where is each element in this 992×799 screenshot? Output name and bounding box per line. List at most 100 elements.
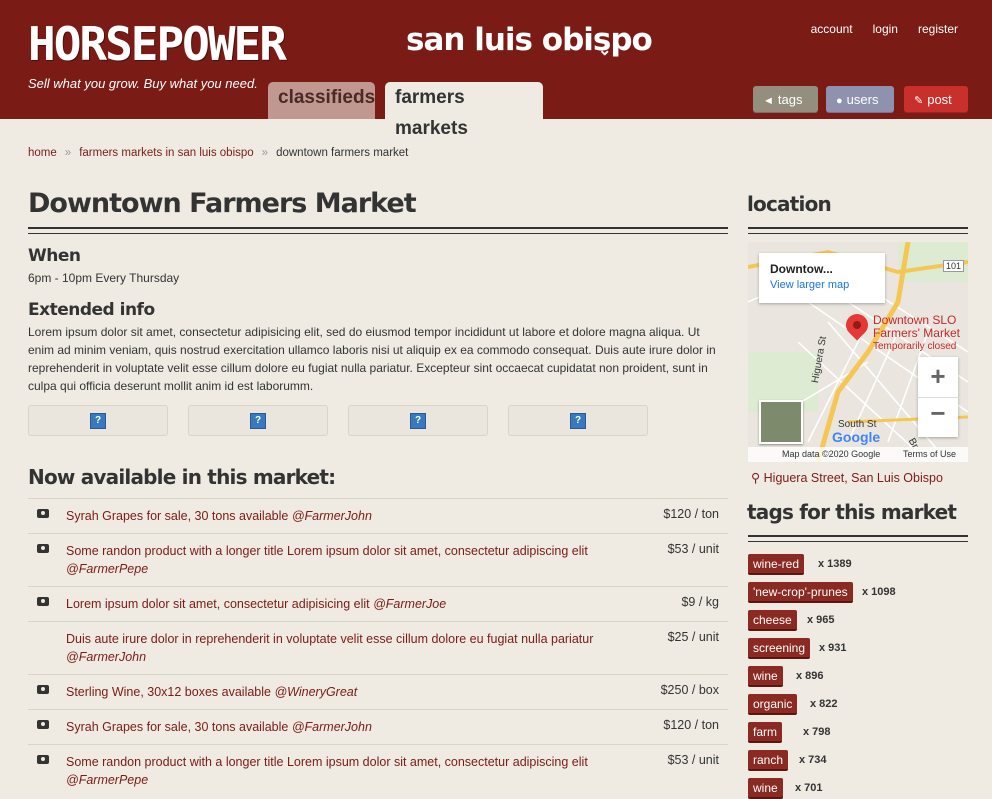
tab-classifieds[interactable]: classifieds xyxy=(268,82,375,119)
login-link[interactable]: login xyxy=(873,22,898,36)
location-pin-icon: ⚲ xyxy=(751,471,761,485)
zoom-out-button[interactable]: − xyxy=(918,397,958,429)
listing-row[interactable]: Lorem ipsum dolor sit amet, consectetur … xyxy=(28,586,728,622)
listing-title-text: Some randon product with a longer title … xyxy=(66,544,588,558)
tag-chip[interactable]: ranch xyxy=(748,750,789,771)
users-button[interactable]: ● users xyxy=(826,86,894,113)
users-button-label: users xyxy=(846,92,879,107)
listing-title-text: Some randon product with a longer title … xyxy=(66,755,588,769)
camera-icon xyxy=(37,597,49,606)
missing-image-icon: ? xyxy=(90,413,106,429)
listing-title[interactable]: Sterling Wine, 30x12 boxes available @Wi… xyxy=(66,683,606,701)
map-info-card: Downtow... View larger map xyxy=(759,253,885,303)
extended-info-heading: Extended info xyxy=(28,300,155,320)
terms-of-use-link[interactable]: Terms of Use xyxy=(903,447,956,462)
listing-title[interactable]: Some randon product with a longer title … xyxy=(66,542,606,578)
listing-user[interactable]: @WineryGreat xyxy=(274,685,357,699)
listing-title[interactable]: Syrah Grapes for sale, 30 tons available… xyxy=(66,718,606,736)
when-heading: When xyxy=(28,246,81,266)
tag-count: x 798 xyxy=(803,726,831,738)
market-address[interactable]: ⚲ Higuera Street, San Luis Obispo xyxy=(751,470,943,485)
breadcrumb-markets[interactable]: farmers markets in san luis obispo xyxy=(79,147,253,159)
tab-farmers-markets[interactable]: farmers markets xyxy=(385,82,543,139)
market-schedule: 6pm - 10pm Every Thursday xyxy=(28,271,180,285)
tag-chip[interactable]: wine xyxy=(748,666,783,687)
location-map[interactable]: Downtow... View larger map 101 Downtown … xyxy=(748,242,968,462)
map-zoom-control: + − xyxy=(918,357,958,437)
city-selector[interactable]: san luis obispo xyxy=(406,22,653,58)
view-larger-map-link[interactable]: View larger map xyxy=(770,279,849,291)
tag-chip[interactable]: wine xyxy=(748,778,783,799)
listing-title-text: Syrah Grapes for sale, 30 tons available xyxy=(66,720,289,734)
listing-user[interactable]: @FarmerJohn xyxy=(66,650,146,664)
chevron-down-icon[interactable]: ⌄ xyxy=(598,40,611,60)
zoom-in-button[interactable]: + xyxy=(918,361,958,392)
location-heading: location xyxy=(747,192,832,216)
breadcrumb-current: downtown farmers market xyxy=(276,147,409,159)
site-tagline: Sell what you grow. Buy what you need. xyxy=(28,76,258,91)
tag-chip[interactable]: screening xyxy=(748,638,811,659)
market-photo[interactable]: ? xyxy=(508,405,648,436)
camera-icon xyxy=(37,509,49,518)
listing-user[interactable]: @FarmerPepe xyxy=(66,773,148,787)
register-link[interactable]: register xyxy=(918,22,958,36)
map-card-title: Downtow... xyxy=(770,262,833,276)
market-photo[interactable]: ? xyxy=(28,405,168,436)
site-logo[interactable]: HORSEPOWER xyxy=(28,18,287,70)
tags-button-label: tags xyxy=(777,92,803,107)
map-footer: Map data ©2020 Google Terms of Use xyxy=(748,447,968,462)
map-place-name: Downtown SLO Farmers' Market xyxy=(873,313,960,340)
listing-price: $250 / box xyxy=(660,683,719,697)
map-attribution: Map data ©2020 Google xyxy=(782,449,881,459)
listing-title[interactable]: Some randon product with a longer title … xyxy=(66,753,606,789)
listing-user[interactable]: @FarmerJohn xyxy=(292,720,372,734)
breadcrumb-separator: » xyxy=(64,147,72,159)
listing-title[interactable]: Syrah Grapes for sale, 30 tons available… xyxy=(66,507,606,525)
listing-row[interactable]: Some randon product with a longer title … xyxy=(28,533,728,587)
title-divider xyxy=(28,227,728,234)
tag-chip[interactable]: 'new-crop'-prunes xyxy=(748,582,853,603)
listing-row[interactable]: Sterling Wine, 30x12 boxes available @Wi… xyxy=(28,674,728,710)
listing-price: $9 / kg xyxy=(681,595,719,609)
tag-chip[interactable]: farm xyxy=(748,722,782,743)
tags-heading: tags for this market xyxy=(747,500,957,524)
tag-count: x 822 xyxy=(810,698,838,710)
tag-count: x 931 xyxy=(819,642,847,654)
market-photo[interactable]: ? xyxy=(348,405,488,436)
breadcrumb: home » farmers markets in san luis obispo »… xyxy=(28,147,408,159)
listing-row[interactable]: Some randon product with a longer title … xyxy=(28,744,728,794)
user-icon: ● xyxy=(836,95,843,107)
account-link[interactable]: account xyxy=(811,22,853,36)
listing-row[interactable]: Syrah Grapes for sale, 30 tons available… xyxy=(28,498,728,534)
post-button-label: post xyxy=(927,92,952,107)
listing-user[interactable]: @FarmerPepe xyxy=(66,562,148,576)
tag-icon: ◄ xyxy=(763,95,774,107)
location-divider xyxy=(748,227,968,234)
tag-count: x 1389 xyxy=(818,558,852,570)
tag-chip[interactable]: organic xyxy=(748,694,798,715)
listing-user[interactable]: @FarmerJoe xyxy=(373,597,446,611)
listing-user[interactable]: @FarmerJohn xyxy=(292,509,372,523)
breadcrumb-home[interactable]: home xyxy=(28,147,57,159)
post-button[interactable]: ✎ post xyxy=(904,86,968,113)
listing-title[interactable]: Duis aute irure dolor in reprehenderit i… xyxy=(66,630,606,666)
site-header: HORSEPOWER Sell what you grow. Buy what … xyxy=(0,0,992,139)
tags-button[interactable]: ◄ tags xyxy=(753,86,818,113)
camera-icon xyxy=(37,755,49,764)
listing-price: $53 / unit xyxy=(667,542,719,556)
account-links: account login register xyxy=(811,22,958,36)
tag-chip[interactable]: wine-red xyxy=(748,554,805,575)
satellite-view-button[interactable] xyxy=(759,400,803,444)
page-title: Downtown Farmers Market xyxy=(28,188,417,219)
listing-row[interactable]: Duis aute irure dolor in reprehenderit i… xyxy=(28,621,728,675)
listing-row[interactable]: Syrah Grapes for sale, 30 tons available… xyxy=(28,709,728,745)
tag-count: x 701 xyxy=(795,782,823,794)
missing-image-icon: ? xyxy=(250,413,266,429)
tag-count: x 1098 xyxy=(862,586,896,598)
map-place-status: Temporarily closed xyxy=(873,341,957,352)
listing-title[interactable]: Lorem ipsum dolor sit amet, consectetur … xyxy=(66,595,606,613)
listing-title-text: Sterling Wine, 30x12 boxes available xyxy=(66,685,271,699)
tag-count: x 734 xyxy=(799,754,827,766)
tag-chip[interactable]: cheese xyxy=(748,610,797,631)
market-photo[interactable]: ? xyxy=(188,405,328,436)
